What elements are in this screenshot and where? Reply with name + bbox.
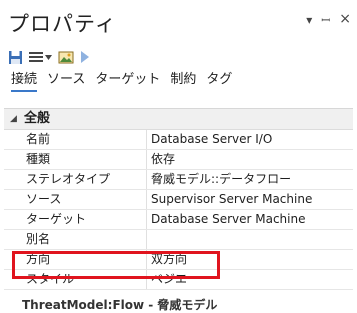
toolbar bbox=[8, 47, 90, 67]
save-icon bbox=[9, 50, 22, 64]
property-value[interactable]: Supervisor Server Machine bbox=[148, 190, 353, 209]
chevron-down-icon[interactable]: ▾ bbox=[306, 13, 312, 28]
section-header-general[interactable]: ◢ 全般 bbox=[4, 109, 353, 130]
section-title: 全般 bbox=[24, 111, 51, 126]
panel-title: プロパティ bbox=[8, 12, 117, 36]
menu-icon bbox=[29, 52, 43, 62]
save-button[interactable] bbox=[8, 50, 23, 65]
property-name: 別名 bbox=[4, 230, 147, 249]
tab-target[interactable]: ターゲット bbox=[90, 70, 165, 92]
play-icon bbox=[81, 51, 89, 63]
property-name: ソース bbox=[4, 190, 147, 209]
collapse-arrow-icon[interactable]: ◢ bbox=[10, 109, 17, 129]
property-row-source[interactable]: ソース Supervisor Server Machine bbox=[4, 190, 353, 210]
property-grid: ◢ 全般 名前 Database Server I/O 種類 依存 ステレオタイ… bbox=[4, 108, 353, 306]
property-name: ターゲット bbox=[4, 210, 147, 229]
panel-title-bar: プロパティ ▾ ꟷ × bbox=[0, 0, 357, 40]
pin-icon[interactable]: ꟷ bbox=[321, 13, 330, 28]
run-button[interactable] bbox=[80, 50, 90, 64]
image-button[interactable] bbox=[58, 50, 74, 65]
property-value[interactable]: Database Server I/O bbox=[148, 130, 353, 149]
property-name: 種類 bbox=[4, 150, 147, 169]
image-icon bbox=[58, 51, 74, 63]
close-icon[interactable]: × bbox=[339, 12, 351, 28]
property-value[interactable]: Database Server Machine bbox=[148, 210, 353, 229]
tab-bar: 接続 ソース ターゲット 制約 タグ bbox=[0, 69, 357, 93]
property-name: 方向 bbox=[4, 250, 147, 269]
property-value[interactable]: 双方向 bbox=[148, 250, 353, 269]
tab-source[interactable]: ソース bbox=[42, 70, 90, 92]
property-row-target[interactable]: ターゲット Database Server Machine bbox=[4, 210, 353, 230]
property-value[interactable]: 脅威モデル::データフロー bbox=[148, 170, 353, 189]
property-name: スタイル bbox=[4, 270, 147, 289]
property-row-type[interactable]: 種類 依存 bbox=[4, 150, 353, 170]
property-value[interactable]: ベジエ bbox=[148, 270, 353, 289]
property-row-alias[interactable]: 別名 bbox=[4, 230, 353, 250]
chevron-down-icon bbox=[45, 54, 52, 60]
property-rows: 名前 Database Server I/O 種類 依存 ステレオタイプ 脅威モ… bbox=[4, 130, 353, 290]
property-row-direction[interactable]: 方向 双方向 bbox=[4, 250, 353, 270]
tab-constraints[interactable]: 制約 bbox=[165, 70, 201, 92]
property-value[interactable]: 依存 bbox=[148, 150, 353, 169]
property-name: ステレオタイプ bbox=[4, 170, 147, 189]
menu-button[interactable] bbox=[29, 51, 52, 63]
property-row-stereotype[interactable]: ステレオタイプ 脅威モデル::データフロー bbox=[4, 170, 353, 190]
tab-tags[interactable]: タグ bbox=[201, 70, 237, 92]
property-name: 名前 bbox=[4, 130, 147, 149]
tab-connection[interactable]: 接続 bbox=[6, 70, 42, 92]
title-bar-icons: ▾ ꟷ × bbox=[306, 12, 351, 28]
property-value[interactable] bbox=[148, 230, 353, 249]
property-row-name[interactable]: 名前 Database Server I/O bbox=[4, 130, 353, 150]
property-row-style[interactable]: スタイル ベジエ bbox=[4, 270, 353, 290]
